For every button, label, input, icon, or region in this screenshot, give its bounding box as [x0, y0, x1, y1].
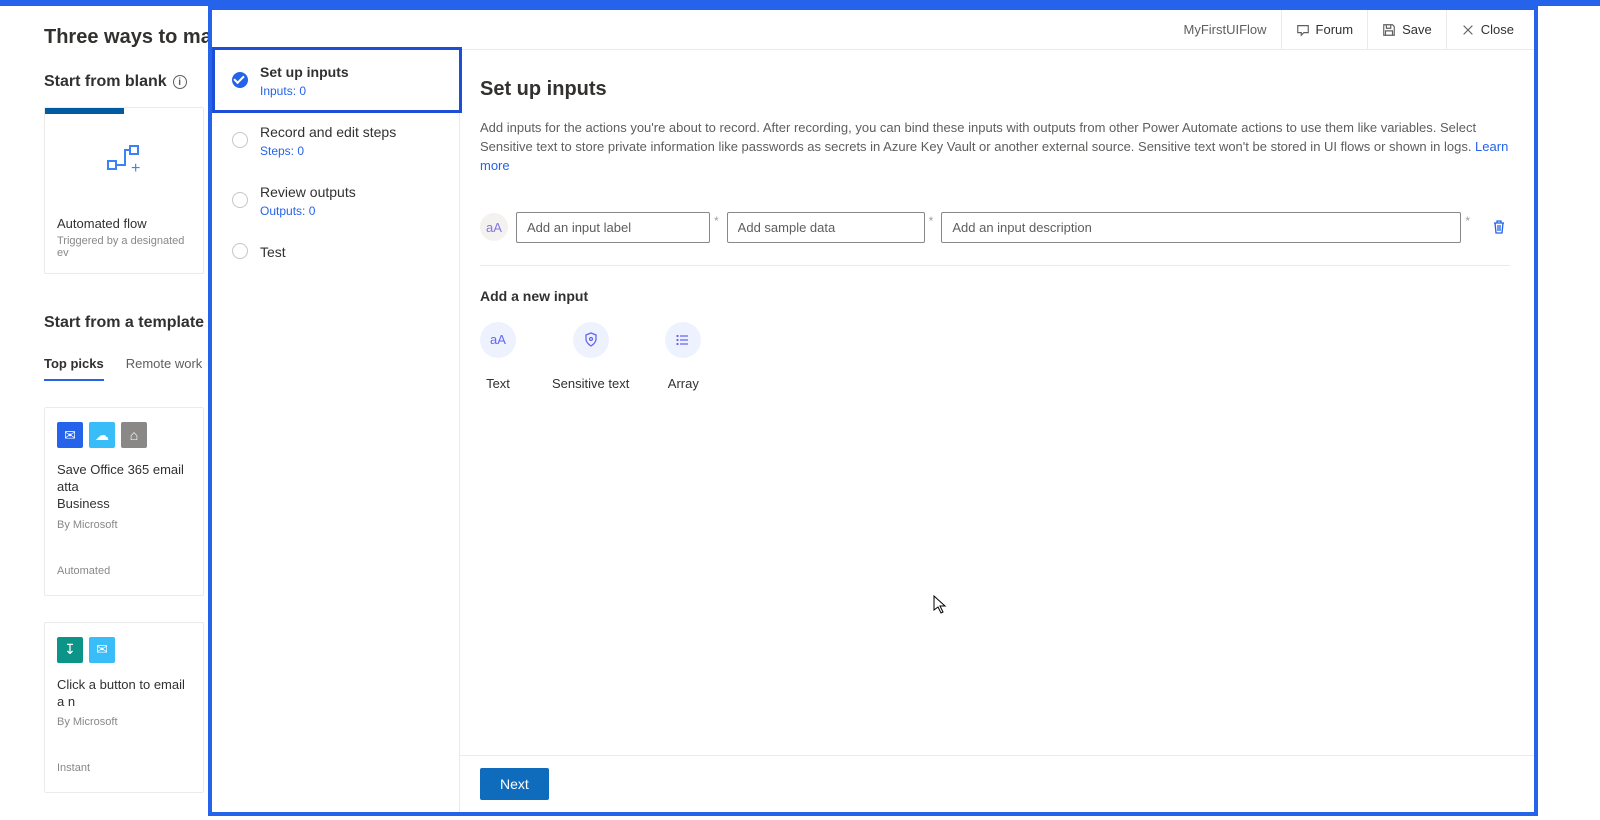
type-label: Text [486, 376, 510, 391]
sample-data-field[interactable] [727, 212, 925, 243]
next-button[interactable]: Next [480, 768, 549, 800]
automated-flow-card[interactable]: + Automated flow Triggered by a designat… [44, 107, 204, 274]
step-subtitle: Outputs: 0 [260, 204, 443, 218]
trash-icon [1491, 219, 1507, 235]
close-icon [1461, 23, 1475, 37]
template-title: Save Office 365 email atta Business [57, 462, 191, 513]
step-setup-inputs[interactable]: Set up inputs Inputs: 0 [212, 50, 459, 110]
automated-flow-subtitle: Triggered by a designated ev [57, 235, 191, 259]
template-card-2[interactable]: ↧ ✉ Click a button to email a n By Micro… [44, 622, 204, 794]
delete-input-button[interactable] [1488, 219, 1510, 235]
add-new-input-heading: Add a new input [480, 288, 1510, 304]
onedrive-icon: ☁ [89, 422, 115, 448]
tab-remote-work[interactable]: Remote work [126, 348, 203, 381]
template-title: Click a button to email a n [57, 677, 191, 711]
template-author: By Microsoft [57, 716, 191, 728]
text-type-icon: aA [480, 213, 508, 241]
text-icon: aA [490, 332, 506, 347]
automated-flow-title: Automated flow [57, 216, 191, 231]
step-title: Record and edit steps [260, 124, 443, 140]
step-title: Test [260, 244, 443, 260]
save-button[interactable]: Save [1367, 10, 1446, 49]
add-text-input[interactable]: aA Text [480, 322, 516, 391]
required-marker: * [714, 214, 719, 228]
shield-icon [583, 332, 599, 348]
template-author: By Microsoft [57, 519, 191, 531]
step-title: Set up inputs [260, 64, 443, 80]
input-description-field[interactable] [941, 212, 1461, 243]
required-marker: * [929, 214, 934, 228]
button-icon: ↧ [57, 637, 83, 663]
step-subtitle: Steps: 0 [260, 144, 443, 158]
svg-text:+: + [131, 160, 140, 177]
flow-icon: + [105, 143, 143, 177]
step-subtitle: Inputs: 0 [260, 84, 443, 98]
list-icon [675, 332, 691, 348]
template-card-1[interactable]: ✉ ☁ ⌂ Save Office 365 email atta Busines… [44, 407, 204, 596]
chat-icon [1296, 23, 1310, 37]
info-icon: i [173, 75, 187, 89]
forum-button[interactable]: Forum [1281, 10, 1368, 49]
input-label-field[interactable] [516, 212, 710, 243]
add-sensitive-text-input[interactable]: Sensitive text [552, 322, 629, 391]
ui-flow-wizard-panel: MyFirstUIFlow Forum Save Close Set up in… [208, 6, 1538, 816]
wizard-content: Set up inputs Add inputs for the actions… [460, 50, 1534, 812]
mail-icon: ✉ [89, 637, 115, 663]
tab-top-picks[interactable]: Top picks [44, 348, 104, 381]
type-label: Sensitive text [552, 376, 629, 391]
required-marker: * [1465, 214, 1470, 228]
step-record-edit[interactable]: Record and edit steps Steps: 0 [212, 110, 459, 170]
input-type-options: aA Text Sensitive text [480, 322, 1510, 391]
app-icon: ⌂ [121, 422, 147, 448]
save-icon [1382, 23, 1396, 37]
type-label: Array [668, 376, 699, 391]
add-array-input[interactable]: Array [665, 322, 701, 391]
panel-header: MyFirstUIFlow Forum Save Close [212, 10, 1534, 50]
close-button[interactable]: Close [1446, 10, 1528, 49]
input-row: aA * * * [480, 212, 1510, 243]
wizard-steps-sidebar: Set up inputs Inputs: 0 Record and edit … [212, 50, 460, 812]
flow-name-label[interactable]: MyFirstUIFlow [1170, 10, 1281, 49]
outlook-icon: ✉ [57, 422, 83, 448]
step-title: Review outputs [260, 184, 443, 200]
template-type: Automated [57, 565, 191, 577]
page-title: Set up inputs [480, 78, 1510, 101]
template-type: Instant [57, 762, 191, 774]
step-review-outputs[interactable]: Review outputs Outputs: 0 [212, 170, 459, 230]
wizard-footer: Next [460, 755, 1534, 812]
step-test[interactable]: Test [212, 230, 459, 272]
page-description: Add inputs for the actions you're about … [480, 119, 1510, 176]
